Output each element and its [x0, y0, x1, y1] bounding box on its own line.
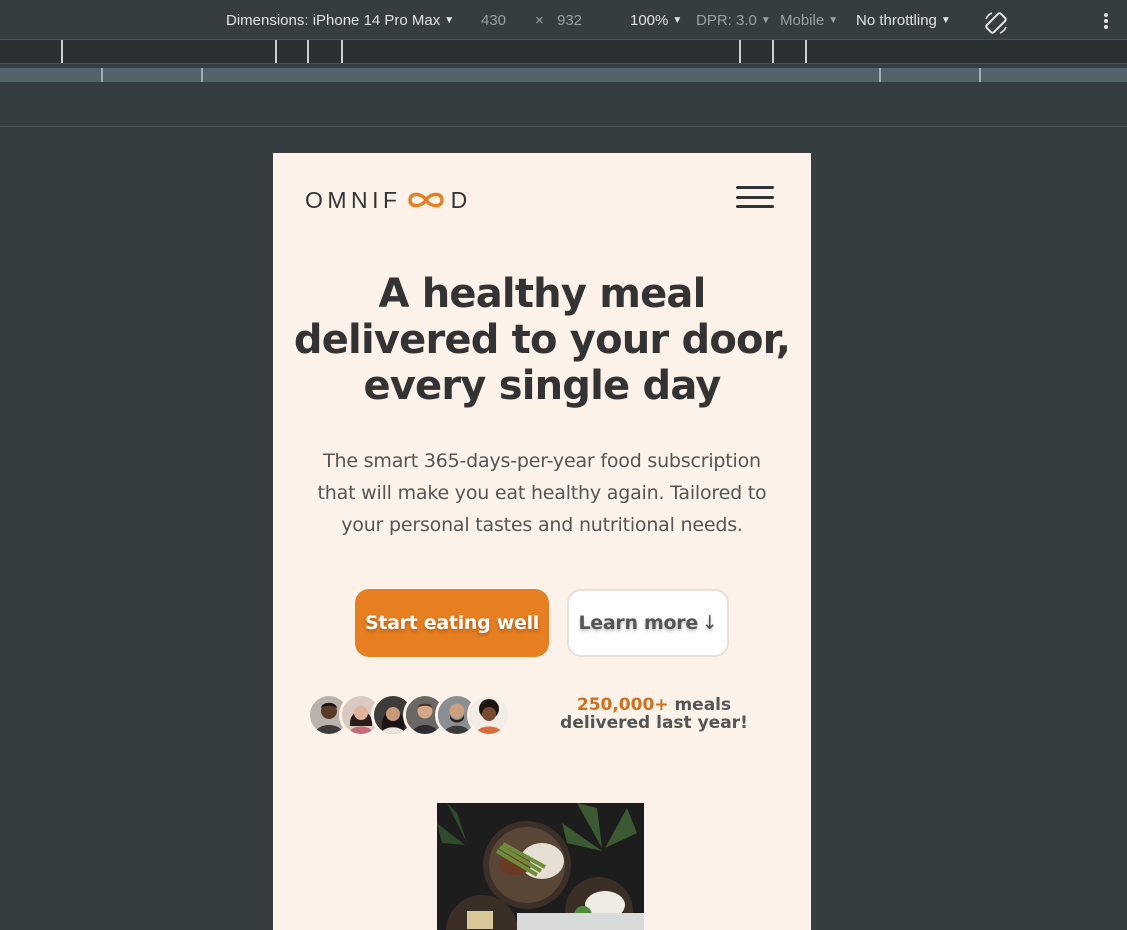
chevron-down-icon: ▼ — [760, 15, 771, 26]
hero-heading: A healthy meal delivered to your door, e… — [293, 271, 791, 409]
dpr-select[interactable]: DPR: 3.0 ▼ — [696, 12, 771, 30]
more-vertical-icon[interactable] — [1098, 11, 1114, 31]
chevron-down-icon: ▼ — [940, 15, 951, 26]
throttling-label: No throttling — [856, 12, 937, 29]
dimension-separator: × — [535, 12, 544, 29]
dpr-label: DPR: 3.0 — [696, 12, 757, 29]
learn-more-button[interactable]: Learn more ↓ — [567, 589, 729, 657]
meals-delivered-text: 250,000+ meals delivered last year! — [529, 696, 779, 732]
zoom-label: 100% — [630, 12, 669, 29]
device-ruler — [0, 82, 1127, 127]
device-select[interactable]: Dimensions: iPhone 14 Pro Max ▼ — [226, 12, 454, 30]
avatar — [467, 693, 511, 737]
height-input[interactable]: 932 — [557, 12, 582, 30]
start-eating-well-button[interactable]: Start eating well — [355, 589, 549, 657]
meals-delivered-count: 250,000+ — [576, 695, 669, 715]
chevron-down-icon: ▼ — [672, 15, 683, 26]
arrow-down-icon: ↓ — [701, 612, 718, 634]
width-input[interactable]: 430 — [481, 12, 506, 30]
logo-text-left: OMNIF — [305, 186, 402, 213]
hero-description: The smart 365-days-per-year food subscri… — [317, 450, 767, 536]
devtools-device-toolbar: Dimensions: iPhone 14 Pro Max ▼ 430 × 932… — [0, 0, 1127, 40]
device-type-label: Mobile — [780, 12, 825, 29]
chevron-down-icon: ▼ — [444, 15, 455, 26]
media-query-bar-min-width[interactable] — [0, 68, 1127, 82]
omnifood-logo[interactable]: OMNIF D — [305, 186, 472, 213]
media-query-bar-max-width[interactable] — [0, 40, 1127, 64]
device-viewport: OMNIF D A healthy meal delivered to your… — [273, 153, 811, 930]
chevron-down-icon: ▼ — [828, 15, 839, 26]
zoom-select[interactable]: 100% ▼ — [630, 12, 682, 30]
customer-avatars — [307, 693, 517, 737]
device-select-label: Dimensions: iPhone 14 Pro Max — [226, 12, 441, 29]
start-eating-well-label: Start eating well — [364, 612, 540, 634]
device-type-select[interactable]: Mobile ▼ — [780, 12, 838, 30]
hero-food-image — [437, 803, 644, 930]
infinity-logo-icon — [407, 192, 444, 208]
logo-text-right: D — [450, 186, 472, 213]
menu-icon[interactable] — [736, 186, 774, 212]
learn-more-label: Learn more — [578, 612, 698, 634]
rotate-icon[interactable] — [983, 10, 1009, 36]
throttling-select[interactable]: No throttling ▼ — [856, 12, 951, 30]
